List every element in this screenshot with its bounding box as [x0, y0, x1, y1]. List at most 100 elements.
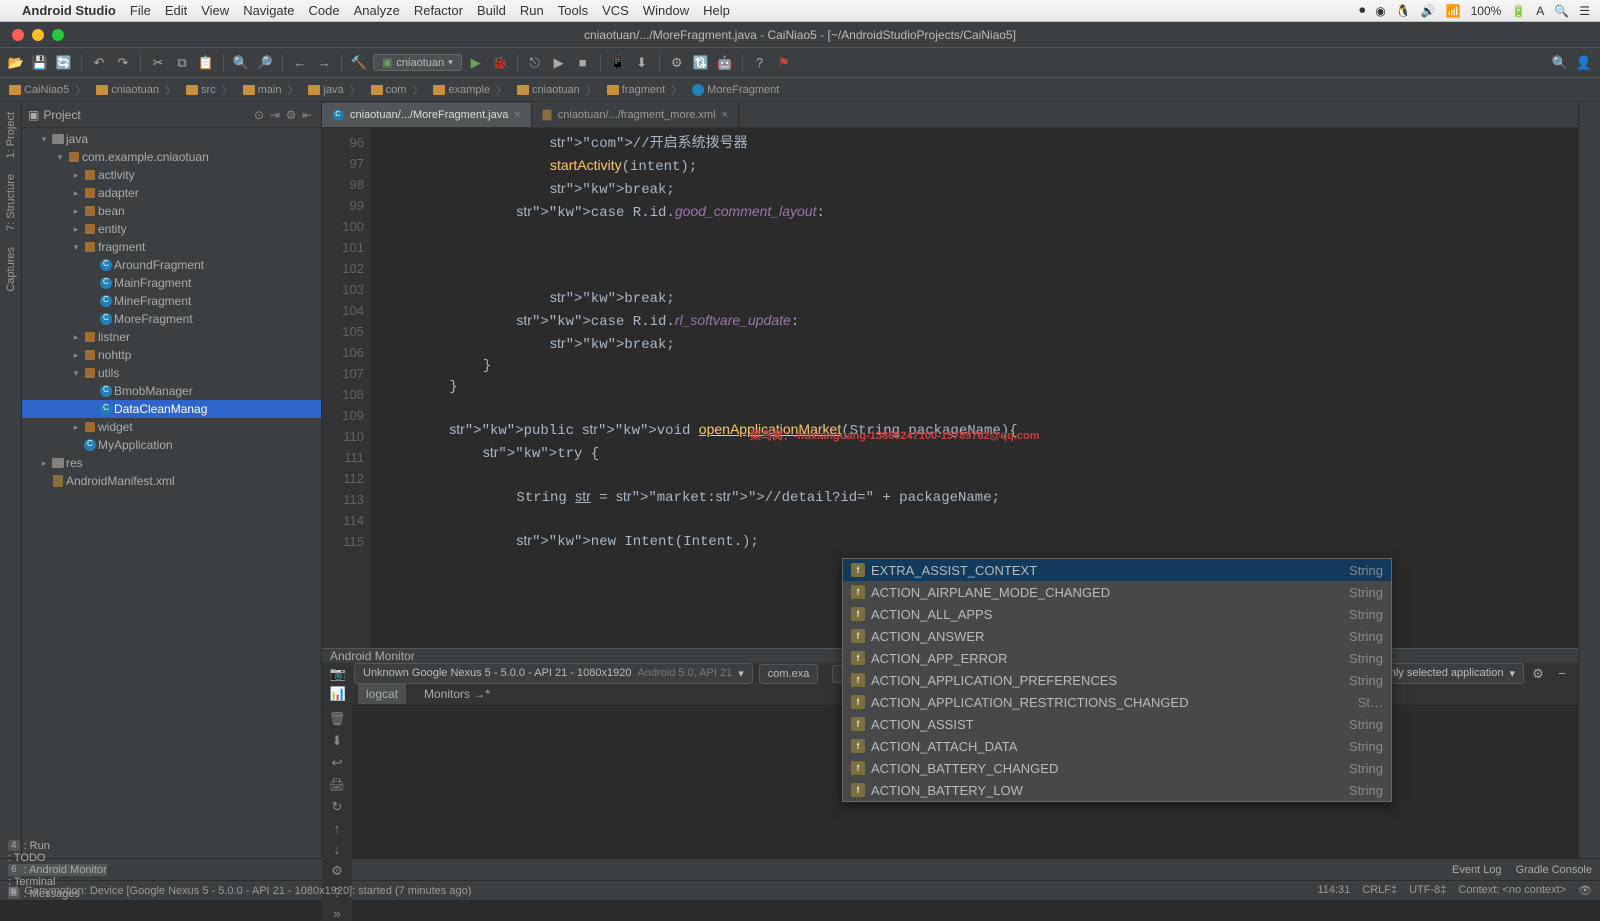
restart-icon[interactable]: ↻: [332, 799, 343, 815]
print-icon[interactable]: 🖨: [329, 777, 346, 793]
context-label[interactable]: Context: <no context>: [1458, 884, 1566, 897]
tree-arrow-icon[interactable]: ▸: [70, 350, 82, 361]
tree-node-widget[interactable]: ▸widget: [22, 418, 321, 436]
forward-icon[interactable]: →: [314, 53, 334, 73]
menu-icon[interactable]: ☰: [1579, 4, 1590, 18]
scroll-from-source-icon[interactable]: ⊙: [251, 108, 267, 122]
view-mode-icon[interactable]: ▣: [28, 108, 39, 122]
cut-icon[interactable]: ✂: [148, 53, 168, 73]
tree-node-minefragment[interactable]: MineFragment: [22, 292, 321, 310]
tree-node-bmobmanager[interactable]: BmobManager: [22, 382, 321, 400]
completion-item[interactable]: fACTION_ASSISTString: [843, 713, 1391, 735]
redo-icon[interactable]: ↷: [113, 53, 133, 73]
tree-arrow-icon[interactable]: ▾: [38, 134, 50, 145]
tree-node-datacleanmanag[interactable]: DataCleanManag: [22, 400, 321, 418]
tray-icon[interactable]: 🐧: [1396, 4, 1411, 18]
breadcrumb-item[interactable]: java〉: [303, 80, 365, 100]
tree-node-bean[interactable]: ▸bean: [22, 202, 321, 220]
battery-percent[interactable]: 100%: [1471, 4, 1502, 18]
breadcrumb-item[interactable]: example〉: [428, 80, 512, 100]
menu-window[interactable]: Window: [643, 3, 689, 18]
breadcrumb-item[interactable]: fragment〉: [602, 80, 687, 100]
tree-node-entity[interactable]: ▸entity: [22, 220, 321, 238]
screenshot-icon[interactable]: 📷: [328, 664, 348, 684]
tree-arrow-icon[interactable]: ▾: [54, 152, 66, 163]
tree-node-aroundfragment[interactable]: AroundFragment: [22, 256, 321, 274]
spotlight-icon[interactable]: 🔍: [1554, 4, 1569, 18]
menu-edit[interactable]: Edit: [165, 3, 187, 18]
menu-tools[interactable]: Tools: [558, 3, 588, 18]
project-header-label[interactable]: Project: [43, 108, 80, 122]
tool-window-android-monitor[interactable]: 6: Android Monitor: [8, 864, 107, 876]
tab-logcat[interactable]: logcat: [358, 684, 406, 704]
breadcrumb-item[interactable]: cniaotuan〉: [512, 80, 602, 100]
tree-arrow-icon[interactable]: ▸: [70, 422, 82, 433]
menu-run[interactable]: Run: [520, 3, 544, 18]
project-structure-icon[interactable]: ⚙: [667, 53, 687, 73]
menu-build[interactable]: Build: [477, 3, 506, 18]
completion-item[interactable]: fACTION_ATTACH_DATAString: [843, 735, 1391, 757]
paste-icon[interactable]: 📋: [196, 53, 216, 73]
tree-arrow-icon[interactable]: ▾: [70, 242, 82, 253]
tree-node-activity[interactable]: ▸activity: [22, 166, 321, 184]
menu-navigate[interactable]: Navigate: [243, 3, 294, 18]
file-encoding[interactable]: UTF-8‡: [1409, 884, 1446, 897]
save-icon[interactable]: 💾: [30, 53, 50, 73]
app-name[interactable]: Android Studio: [22, 3, 116, 18]
tree-arrow-icon[interactable]: ▸: [38, 458, 50, 469]
gear-icon[interactable]: ⚙: [331, 863, 343, 879]
search-everywhere-icon[interactable]: 🔍: [1550, 53, 1570, 73]
menu-analyze[interactable]: Analyze: [354, 3, 400, 18]
tray-icon[interactable]: ◉: [1375, 4, 1385, 18]
gear-icon[interactable]: ⚙: [1528, 664, 1548, 684]
caret-position[interactable]: 114:31: [1317, 884, 1350, 897]
tree-arrow-icon[interactable]: ▸: [70, 332, 82, 343]
tree-node-nohttp[interactable]: ▸nohttp: [22, 346, 321, 364]
gear-icon[interactable]: ⚙: [283, 108, 299, 122]
stop-button[interactable]: ■: [573, 53, 593, 73]
undo-icon[interactable]: ↶: [89, 53, 109, 73]
sdk-icon[interactable]: ⬇: [632, 53, 652, 73]
close-tab-icon[interactable]: ×: [514, 109, 520, 121]
tool-window-todo[interactable]: : TODO: [8, 852, 107, 864]
tab-monitors[interactable]: Monitors →*: [416, 684, 498, 704]
breadcrumb-item[interactable]: com〉: [366, 80, 429, 100]
tree-arrow-icon[interactable]: ▾: [70, 368, 82, 379]
tree-node-com-example-cniaotuan[interactable]: ▾com.example.cniaotuan: [22, 148, 321, 166]
user-icon[interactable]: 👤: [1574, 53, 1594, 73]
run-configuration-select[interactable]: ▣cniaotuan: [373, 54, 462, 71]
line-separator[interactable]: CRLF‡: [1362, 884, 1397, 897]
breadcrumb-item[interactable]: MoreFragment: [687, 82, 784, 98]
tool-window-gradle-console[interactable]: Gradle Console: [1516, 864, 1592, 876]
tree-node-utils[interactable]: ▾utils: [22, 364, 321, 382]
tray-icon[interactable]: A: [1536, 4, 1544, 18]
completion-item[interactable]: fACTION_APP_ERRORString: [843, 647, 1391, 669]
avd-icon[interactable]: 📱: [608, 53, 628, 73]
volume-icon[interactable]: 🔊: [1421, 4, 1436, 18]
tree-arrow-icon[interactable]: ▸: [70, 170, 82, 181]
collapse-icon[interactable]: ⇥: [267, 108, 283, 122]
android-icon[interactable]: 🤖: [715, 53, 735, 73]
tree-node-androidmanifest-xml[interactable]: AndroidManifest.xml: [22, 472, 321, 490]
breadcrumb-item[interactable]: CaiNiao5〉: [4, 80, 91, 100]
editor-tab[interactable]: cniaotuan/.../MoreFragment.java×: [322, 103, 532, 127]
replace-icon[interactable]: 🔎: [255, 53, 275, 73]
tool-window-run[interactable]: 4: Run: [8, 840, 107, 852]
wrap-icon[interactable]: ↩: [332, 755, 343, 771]
record-icon[interactable]: ⏺: [1359, 3, 1365, 18]
tool-stripe-project[interactable]: 1: Project: [5, 108, 17, 162]
expand-icon[interactable]: »: [333, 906, 340, 921]
tree-arrow-icon[interactable]: ▸: [70, 224, 82, 235]
help-icon[interactable]: ?: [750, 53, 770, 73]
minimize-icon[interactable]: −: [1552, 664, 1572, 684]
tree-node-myapplication[interactable]: MyApplication: [22, 436, 321, 454]
completion-item[interactable]: fACTION_AIRPLANE_MODE_CHANGEDString: [843, 581, 1391, 603]
tool-stripe-captures[interactable]: Captures: [5, 243, 17, 296]
attach-icon[interactable]: ⎋: [525, 53, 545, 73]
completion-item[interactable]: fACTION_APPLICATION_PREFERENCESString: [843, 669, 1391, 691]
tree-node-mainfragment[interactable]: MainFragment: [22, 274, 321, 292]
device-select[interactable]: Unknown Google Nexus 5 - 5.0.0 - API 21 …: [354, 663, 753, 684]
breadcrumb-item[interactable]: src〉: [181, 80, 238, 100]
breadcrumb-item[interactable]: cniaotuan〉: [91, 80, 181, 100]
tree-node-listner[interactable]: ▸listner: [22, 328, 321, 346]
